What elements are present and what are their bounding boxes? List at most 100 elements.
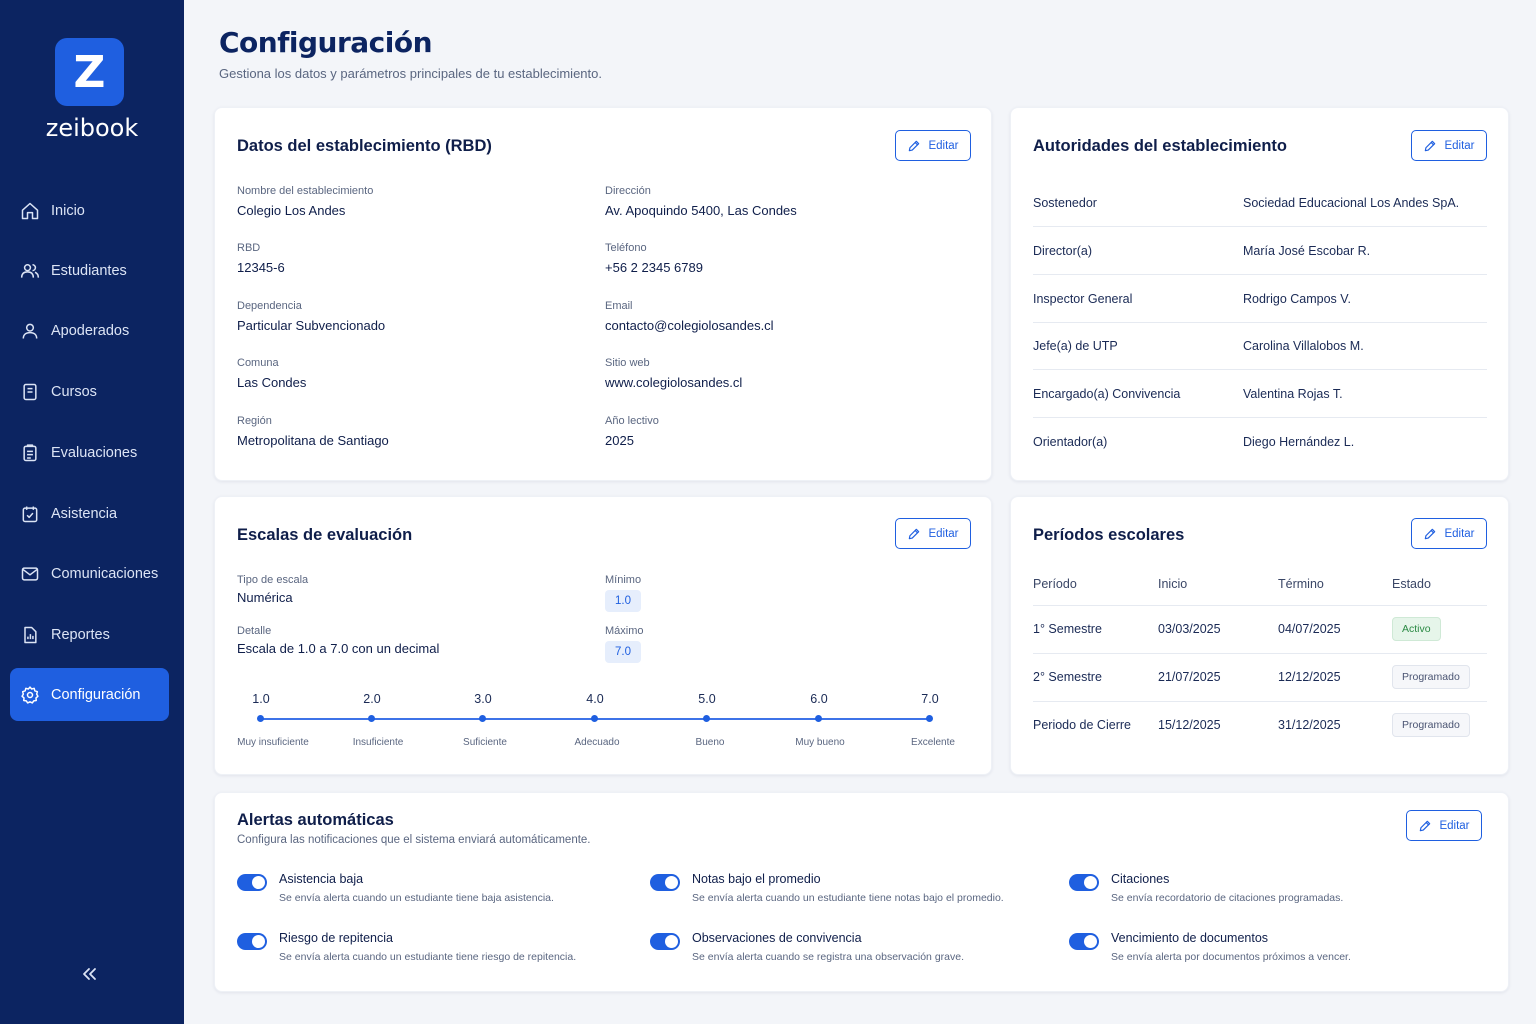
authority-row: Inspector General Rodrigo Campos V.	[1033, 275, 1487, 323]
edit-establishment-button[interactable]: Editar	[895, 130, 971, 161]
field-value: Av. Apoquindo 5400, Las Condes	[605, 203, 797, 218]
sidebar-item-label: Apoderados	[51, 322, 130, 339]
authority-role: Inspector General	[1033, 291, 1133, 306]
field-value: www.colegiolosandes.cl	[605, 375, 743, 390]
sidebar-item-comunicaciones[interactable]: Comunicaciones	[10, 547, 169, 600]
brand-letter: Z	[73, 46, 106, 98]
edit-periods-button[interactable]: Editar	[1411, 518, 1487, 549]
field-dependencia: Dependencia Particular Subvencionado	[237, 300, 385, 333]
scale-step-dot	[591, 715, 598, 722]
edit-label: Editar	[1439, 819, 1470, 832]
pencil-icon	[1425, 528, 1436, 539]
field-ano-lectivo: Año lectivo 2025	[605, 415, 659, 448]
establishment-card-title: Datos del establecimiento (RBD)	[237, 137, 492, 155]
scale-step-label: Insuficiente	[352, 737, 404, 748]
field-scale-min: Mínimo 1.0	[605, 574, 641, 612]
field-value: Metropolitana de Santiago	[237, 433, 389, 448]
scales-card: Escalas de evaluación Editar Tipo de esc…	[214, 496, 992, 775]
page-subtitle: Gestiona los datos y parámetros principa…	[219, 66, 602, 81]
field-label: Máximo	[605, 625, 644, 637]
edit-authorities-button[interactable]: Editar	[1411, 130, 1487, 161]
chevrons-left-icon[interactable]	[78, 962, 102, 986]
alert-title: Vencimiento de documentos	[1111, 931, 1269, 945]
book-icon	[23, 383, 37, 400]
alert-toggle[interactable]	[237, 933, 267, 950]
column-header: Estado	[1392, 577, 1431, 591]
scales-card-title: Escalas de evaluación	[237, 526, 413, 544]
pencil-icon	[1420, 820, 1431, 831]
field-value: +56 2 2345 6789	[605, 260, 703, 275]
field-value: Colegio Los Andes	[237, 203, 346, 218]
sidebar-item-evaluaciones[interactable]: Evaluaciones	[10, 426, 169, 479]
sidebar-item-label: Evaluaciones	[51, 444, 138, 461]
field-value: Escala de 1.0 a 7.0 con un decimal	[237, 641, 440, 656]
column-header: Período	[1033, 577, 1077, 591]
authority-role: Sostenedor	[1033, 195, 1097, 210]
period-start: 21/07/2025	[1158, 670, 1221, 684]
sidebar-item-label: Comunicaciones	[51, 565, 159, 582]
authority-row: Sostenedor Sociedad Educacional Los Ande…	[1033, 179, 1487, 227]
sidebar-item-cursos[interactable]: Cursos	[10, 365, 169, 418]
field-label: Detalle	[237, 625, 272, 637]
edit-alerts-button[interactable]: Editar	[1406, 810, 1482, 841]
alert-description: Se envía alerta cuando un estudiante tie…	[279, 951, 577, 963]
field-label: RBD	[237, 242, 261, 254]
authority-name: Valentina Rojas T.	[1243, 386, 1343, 401]
scale-step-value: 3.0	[474, 692, 492, 706]
column-header: Término	[1278, 577, 1324, 591]
edit-scales-button[interactable]: Editar	[895, 518, 971, 549]
scale-step-value: 5.0	[698, 692, 716, 706]
sidebar-item-label: Asistencia	[51, 505, 118, 522]
period-name: Periodo de Cierre	[1033, 718, 1131, 732]
alert-description: Se envía recordatorio de citaciones prog…	[1111, 892, 1344, 904]
field-label: Mínimo	[605, 574, 642, 586]
sidebar-item-label: Cursos	[51, 383, 97, 400]
sidebar-item-reportes[interactable]: Reportes	[10, 608, 169, 661]
field-nombre: Nombre del establecimiento Colegio Los A…	[237, 185, 373, 218]
sidebar-item-inicio[interactable]: Inicio	[10, 184, 169, 237]
scale-step-dot	[815, 715, 822, 722]
alert-title: Citaciones	[1111, 872, 1170, 886]
alert-toggle[interactable]	[1069, 874, 1099, 891]
period-start: 15/12/2025	[1158, 718, 1221, 732]
sidebar-item-apoderados[interactable]: Apoderados	[10, 304, 169, 357]
scale-step-label: Adecuado	[574, 737, 620, 748]
page-title: Configuración	[219, 26, 433, 59]
sidebar-item-asistencia[interactable]: Asistencia	[10, 487, 169, 540]
alert-description: Se envía alerta cuando un estudiante tie…	[692, 892, 1004, 904]
sidebar-item-label: Inicio	[51, 202, 85, 219]
user-icon	[22, 323, 38, 339]
edit-label: Editar	[928, 139, 959, 152]
field-scale-detail: Detalle Escala de 1.0 a 7.0 con un decim…	[237, 625, 439, 656]
sidebar-item-estudiantes[interactable]: Estudiantes	[10, 244, 169, 297]
scale-step-label: Bueno	[695, 737, 725, 748]
scale-step-value: 4.0	[586, 692, 604, 706]
authority-row: Encargado(a) Convivencia Valentina Rojas…	[1033, 370, 1487, 418]
pencil-icon	[909, 528, 920, 539]
authority-name: María José Escobar R.	[1243, 243, 1371, 258]
field-label: Comuna	[237, 357, 279, 369]
alert-toggle[interactable]	[650, 933, 680, 950]
authority-name: Diego Hernández L.	[1243, 435, 1355, 449]
field-sitio-web: Sitio web www.colegiolosandes.cl	[605, 357, 742, 390]
alerts-card: Alertas automáticas Configura las notifi…	[214, 792, 1509, 992]
alert-toggle[interactable]	[650, 874, 680, 891]
period-end: 12/12/2025	[1278, 670, 1341, 684]
sidebar-item-configuracion[interactable]: Configuración	[10, 668, 169, 721]
field-value: Numérica	[237, 590, 293, 605]
scale-step-label: Muy bueno	[795, 737, 845, 748]
authority-row: Orientador(a) Diego Hernández L.	[1033, 418, 1487, 466]
alert-toggle[interactable]	[237, 874, 267, 891]
field-email: Email contacto@colegiolosandes.cl	[605, 300, 774, 333]
scale-step-dot	[257, 715, 264, 722]
field-label: Sitio web	[605, 357, 650, 369]
periods-card: Períodos escolares Editar Período Inicio…	[1010, 496, 1509, 775]
period-name: 2° Semestre	[1033, 670, 1102, 684]
report-icon	[24, 626, 37, 643]
scale-step-value: 2.0	[363, 692, 381, 706]
sidebar-item-label: Configuración	[51, 686, 141, 703]
alert-toggle[interactable]	[1069, 933, 1099, 950]
brand-logo[interactable]: Z	[55, 38, 124, 106]
field-label: Nombre del establecimiento	[237, 185, 374, 197]
edit-label: Editar	[1444, 527, 1475, 540]
